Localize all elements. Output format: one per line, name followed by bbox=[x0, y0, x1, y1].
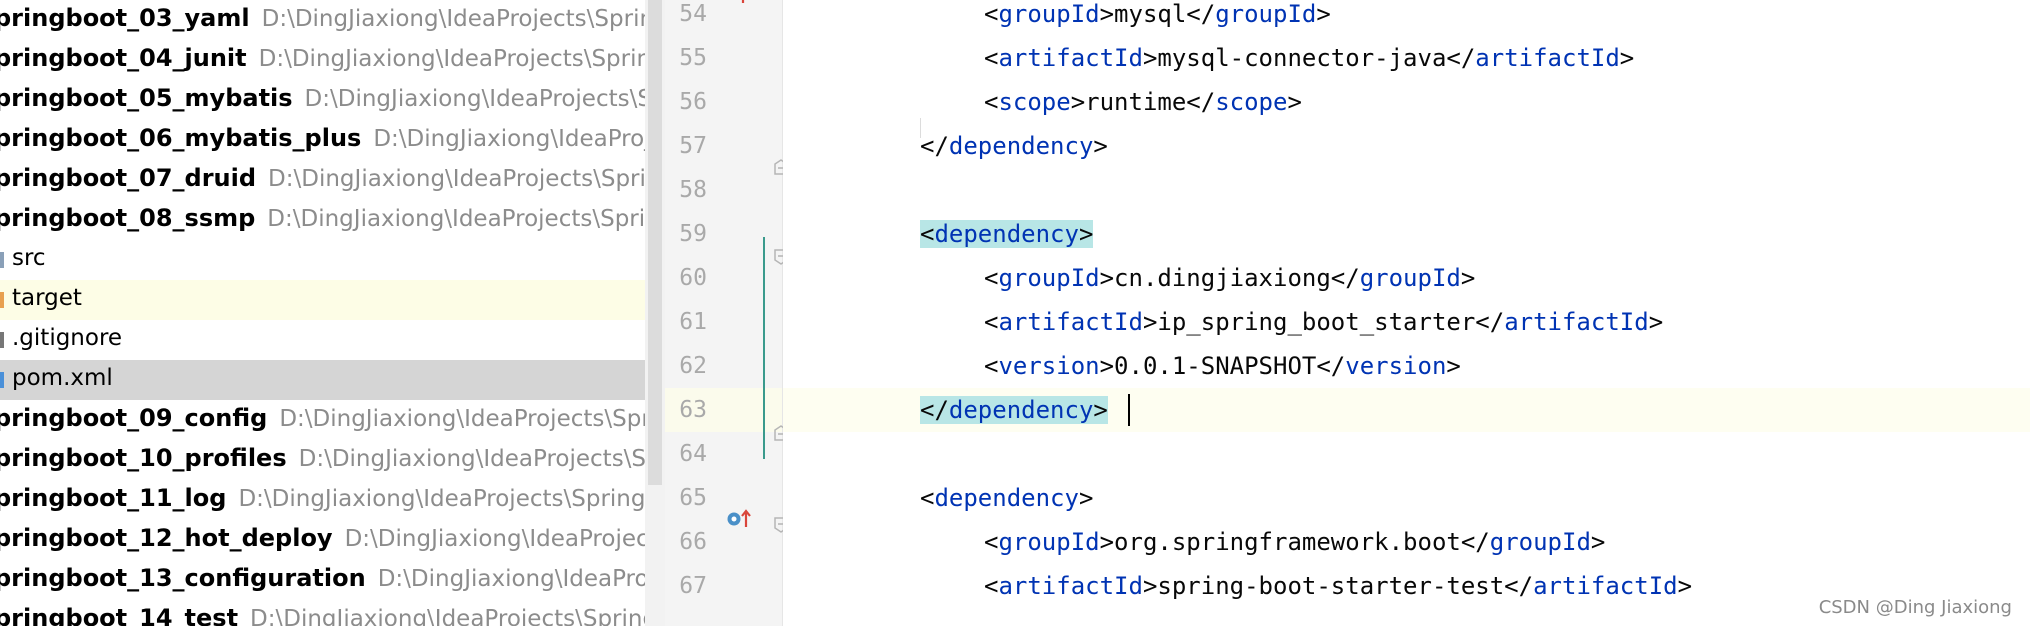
code-line[interactable]: <groupId>cn.dingjiaxiong</groupId> bbox=[783, 256, 2030, 300]
module-path: D:\DingJiaxiong\IdeaProjects\Sprin bbox=[298, 446, 665, 472]
tree-item-pringboot-09-config[interactable]: pringboot_09_config D:\DingJiaxiong\IdeaP… bbox=[0, 400, 665, 440]
tree-item-pringboot-03-yaml[interactable]: pringboot_03_yaml D:\DingJiaxiong\IdeaPro… bbox=[0, 0, 665, 40]
line-number: 64 bbox=[679, 441, 707, 467]
tree-item-target[interactable]: target bbox=[0, 280, 665, 320]
tree-item-pom-xml[interactable]: pom.xml bbox=[0, 360, 665, 400]
module-path: D:\DingJiaxiong\IdeaProjects\SpringBo bbox=[261, 6, 665, 32]
line-number: 65 bbox=[679, 485, 707, 511]
code-line[interactable]: <groupId>mysql</groupId> bbox=[783, 0, 2030, 36]
tree-item-gitignore[interactable]: .gitignore bbox=[0, 320, 665, 360]
module-name: pringboot_09_config D:\DingJiaxiong\IdeaP… bbox=[0, 404, 665, 432]
code-text: <groupId>cn.dingjiaxiong</groupId> bbox=[984, 264, 1476, 292]
module-name: pringboot_08_ssmp D:\DingJiaxiong\IdeaPro… bbox=[0, 204, 665, 232]
folder-icon bbox=[0, 252, 4, 268]
module-name: pringboot_03_yaml D:\DingJiaxiong\IdeaPro… bbox=[0, 4, 665, 32]
module-name: pringboot_05_mybatis D:\DingJiaxiong\Idea… bbox=[0, 84, 665, 112]
code-text: <dependency> bbox=[920, 484, 1094, 512]
module-path: D:\DingJiaxiong\IdeaProjects\Sprin bbox=[304, 86, 665, 112]
line-number: 60 bbox=[679, 265, 707, 291]
project-tree-scrollbar[interactable] bbox=[645, 0, 665, 626]
change-marker bbox=[763, 237, 765, 459]
watermark: CSDN @Ding Jiaxiong bbox=[1818, 597, 2012, 618]
line-number: 62 bbox=[679, 353, 707, 379]
module-path: D:\DingJiaxiong\IdeaProjects\S bbox=[344, 526, 665, 552]
code-text: </dependency> bbox=[920, 132, 1108, 160]
line-number: 55 bbox=[679, 45, 707, 71]
maven-file-icon bbox=[0, 372, 4, 388]
line-number: 54 bbox=[679, 1, 707, 27]
line-number: 59 bbox=[679, 221, 707, 247]
code-line[interactable]: </dependency> bbox=[783, 124, 2030, 168]
line-number: 66 bbox=[679, 529, 707, 555]
file-name: src bbox=[12, 245, 46, 271]
tree-item-pringboot-12-hot-deploy[interactable]: pringboot_12_hot_deploy D:\DingJiaxiong\I… bbox=[0, 520, 665, 560]
module-path: D:\DingJiaxiong\IdeaProjects\SpringBo bbox=[238, 486, 665, 512]
tree-item-pringboot-08-ssmp[interactable]: pringboot_08_ssmp D:\DingJiaxiong\IdeaPro… bbox=[0, 200, 665, 240]
module-path: D:\DingJiaxiong\IdeaProjects\SpringB bbox=[267, 206, 665, 232]
tree-item-pringboot-06-mybatis-plus[interactable]: pringboot_06_mybatis_plus D:\DingJiaxiong… bbox=[0, 120, 665, 160]
code-line[interactable]: <dependency> bbox=[783, 476, 2030, 520]
line-number: 57 bbox=[679, 133, 707, 159]
tree-item-pringboot-11-log[interactable]: pringboot_11_log D:\DingJiaxiong\IdeaProj… bbox=[0, 480, 665, 520]
module-path: D:\DingJiaxiong\IdeaProjects\SpringBo bbox=[258, 46, 665, 72]
code-text: <artifactId>spring-boot-starter-test</ar… bbox=[984, 572, 1693, 600]
file-name: pom.xml bbox=[12, 365, 113, 391]
code-line[interactable]: <groupId>org.springframework.boot</group… bbox=[783, 520, 2030, 564]
module-path: D:\DingJiaxiong\IdeaProjects\SpringB bbox=[268, 166, 665, 192]
line-number: 56 bbox=[679, 89, 707, 115]
module-path: D:\DingJiaxiong\IdeaProjects bbox=[377, 566, 665, 592]
file-icon bbox=[0, 332, 4, 348]
tree-item-pringboot-13-configuration[interactable]: pringboot_13_configuration D:\DingJiaxion… bbox=[0, 560, 665, 600]
module-name: pringboot_06_mybatis_plus D:\DingJiaxiong… bbox=[0, 124, 665, 152]
module-name: pringboot_11_log D:\DingJiaxiong\IdeaProj… bbox=[0, 484, 665, 512]
tree-item-pringboot-10-profiles[interactable]: pringboot_10_profiles D:\DingJiaxiong\Ide… bbox=[0, 440, 665, 480]
module-name: pringboot_14_test D:\DingJiaxiong\IdeaPro… bbox=[0, 604, 665, 626]
code-line[interactable] bbox=[783, 168, 2030, 212]
code-text: <scope>runtime</scope> bbox=[984, 88, 1302, 116]
code-text: </dependency> bbox=[920, 396, 1108, 424]
tree-item-pringboot-14-test[interactable]: pringboot_14_test D:\DingJiaxiong\IdeaPro… bbox=[0, 600, 665, 626]
code-line[interactable]: </dependency> bbox=[783, 388, 2030, 432]
file-name: .gitignore bbox=[12, 325, 123, 351]
tree-item-pringboot-07-druid[interactable]: pringboot_07_druid D:\DingJiaxiong\IdeaPr… bbox=[0, 160, 665, 200]
code-line[interactable]: <version>0.0.1-SNAPSHOT</version> bbox=[783, 344, 2030, 388]
code-line[interactable]: <artifactId>mysql-connector-java</artifa… bbox=[783, 36, 2030, 80]
code-line[interactable] bbox=[783, 432, 2030, 476]
line-number: 63 bbox=[679, 397, 707, 423]
module-name: pringboot_12_hot_deploy D:\DingJiaxiong\I… bbox=[0, 524, 665, 552]
code-line[interactable]: <scope>runtime</scope> bbox=[783, 80, 2030, 124]
line-number: 67 bbox=[679, 573, 707, 599]
tree-item-pringboot-05-mybatis[interactable]: pringboot_05_mybatis D:\DingJiaxiong\Idea… bbox=[0, 80, 665, 120]
arrow-up-icon bbox=[735, 0, 751, 3]
code-line[interactable]: <artifactId>ip_spring_boot_starter</arti… bbox=[783, 300, 2030, 344]
code-editor[interactable]: <groupId>mysql</groupId> <artifactId>mysq… bbox=[783, 0, 2030, 626]
editor-gutter: 54 55 56 57 58 59 60 61 62 63 64 65 66 67 bbox=[665, 0, 788, 626]
module-name: pringboot_04_junit D:\DingJiaxiong\IdeaPr… bbox=[0, 44, 665, 72]
tree-item-pringboot-04-junit[interactable]: pringboot_04_junit D:\DingJiaxiong\IdeaPr… bbox=[0, 40, 665, 80]
indent-guide bbox=[920, 118, 921, 138]
line-number: 58 bbox=[679, 177, 707, 203]
file-name: target bbox=[12, 285, 82, 311]
module-path: D:\DingJiaxiong\IdeaProjects\SpringBo bbox=[250, 606, 665, 626]
module-name: pringboot_10_profiles D:\DingJiaxiong\Ide… bbox=[0, 444, 665, 472]
scrollbar-thumb[interactable] bbox=[648, 0, 662, 485]
code-text: <dependency> bbox=[920, 220, 1094, 248]
folder-icon bbox=[0, 292, 4, 308]
code-text: <groupId>org.springframework.boot</group… bbox=[984, 528, 1606, 556]
module-path: D:\DingJiaxiong\IdeaProjects bbox=[373, 126, 665, 152]
text-caret bbox=[1128, 394, 1130, 426]
code-text: <artifactId>mysql-connector-java</artifa… bbox=[984, 44, 1635, 72]
module-name: pringboot_13_configuration D:\DingJiaxion… bbox=[0, 564, 665, 592]
code-text: <version>0.0.1-SNAPSHOT</version> bbox=[984, 352, 1461, 380]
override-icon[interactable] bbox=[725, 507, 755, 531]
code-line[interactable]: <dependency> bbox=[783, 212, 2030, 256]
project-tree: pringboot_03_yaml D:\DingJiaxiong\IdeaPro… bbox=[0, 0, 665, 626]
module-name: pringboot_07_druid D:\DingJiaxiong\IdeaPr… bbox=[0, 164, 665, 192]
line-number: 61 bbox=[679, 309, 707, 335]
tree-item-src[interactable]: src bbox=[0, 240, 665, 280]
code-text: <groupId>mysql</groupId> bbox=[984, 0, 1331, 28]
code-text: <artifactId>ip_spring_boot_starter</arti… bbox=[984, 308, 1664, 336]
module-path: D:\DingJiaxiong\IdeaProjects\Spring bbox=[279, 406, 665, 432]
